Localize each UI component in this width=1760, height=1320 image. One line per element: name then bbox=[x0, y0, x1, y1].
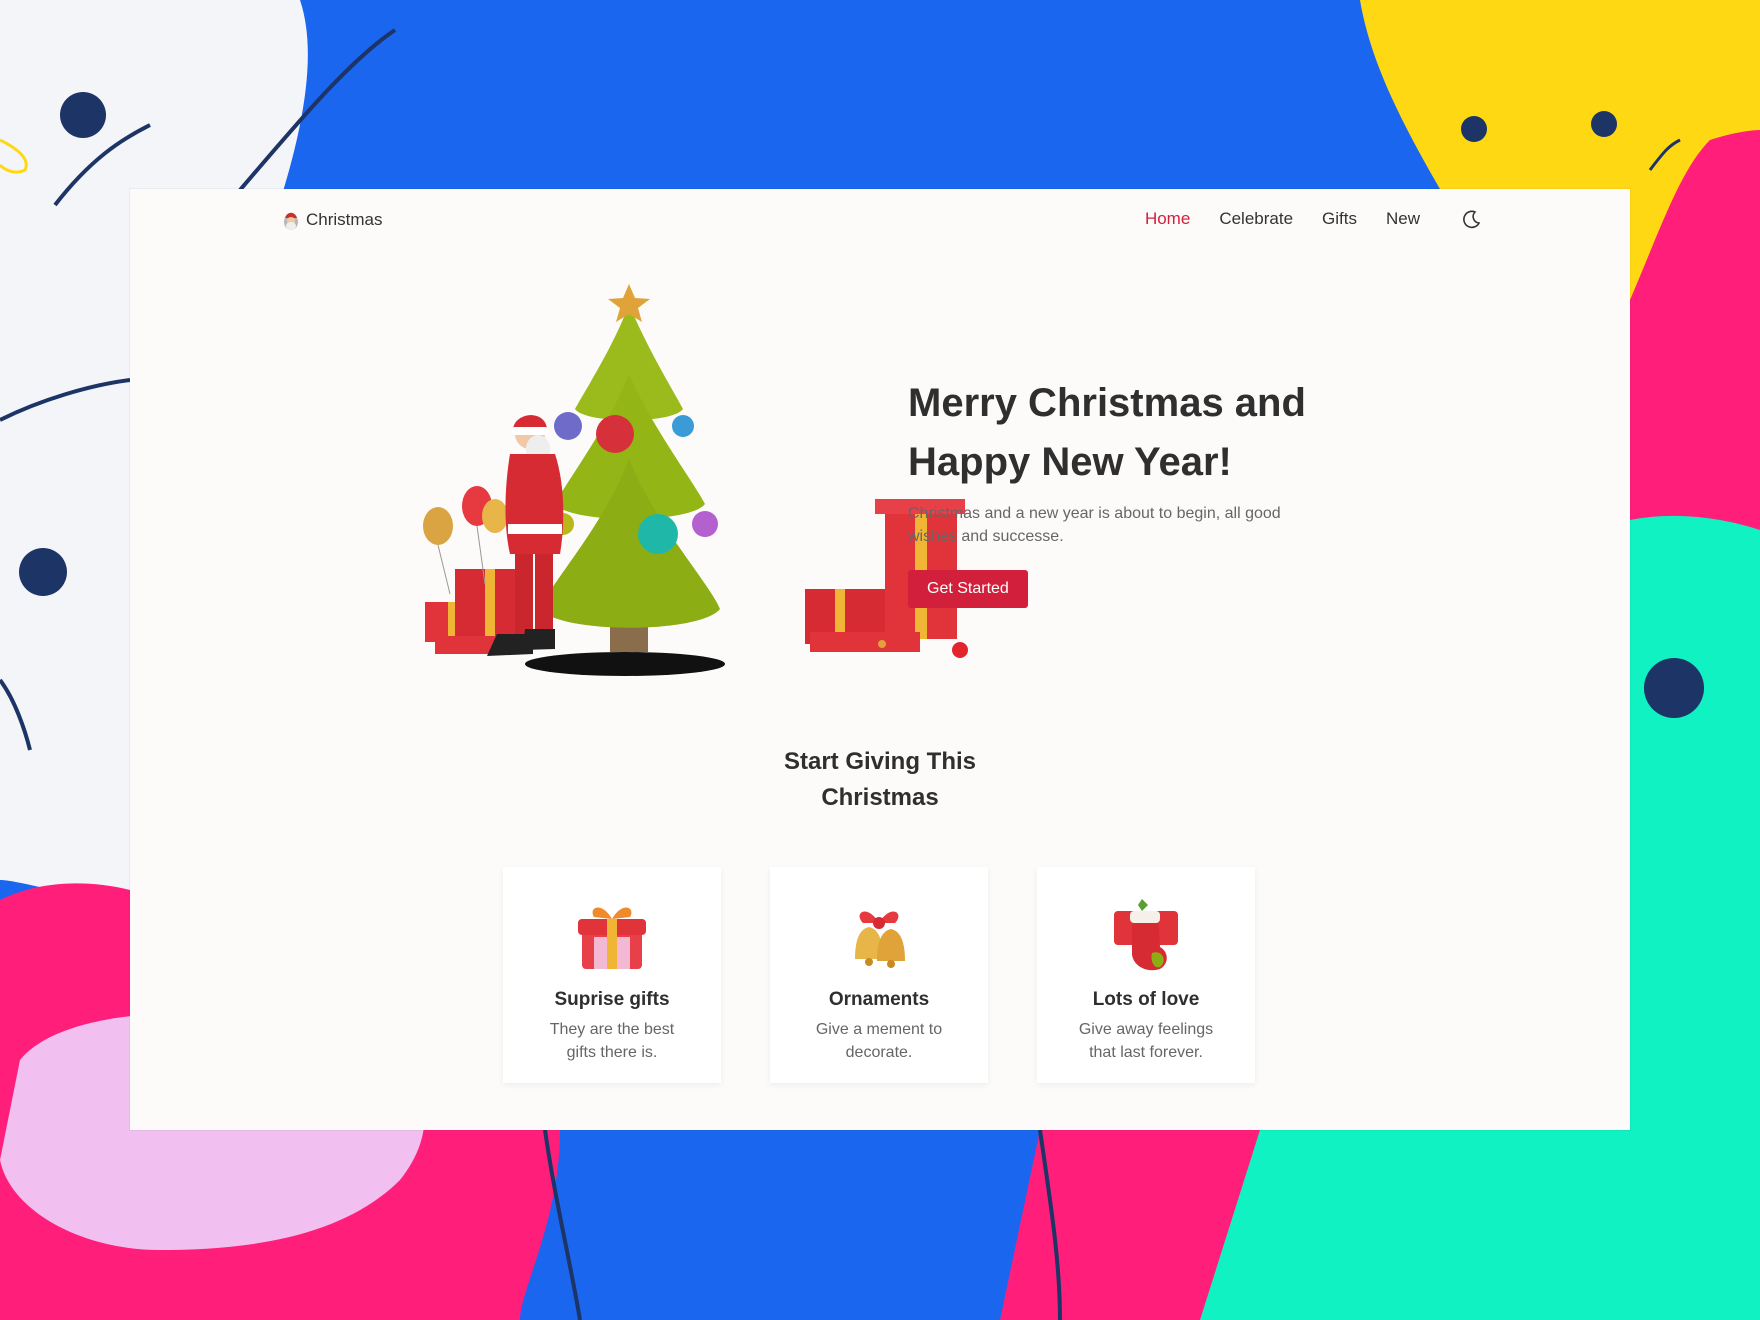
hero-text: Merry Christmas and Happy New Year! Chri… bbox=[908, 374, 1368, 608]
nav-menu: Home Celebrate Gifts New bbox=[1145, 209, 1420, 229]
card-ornaments[interactable]: Ornaments Give a mement to decorate. bbox=[770, 867, 988, 1083]
giving-title-line-2: Christmas bbox=[821, 784, 939, 811]
moon-icon[interactable] bbox=[1460, 207, 1484, 231]
card-description: Give away feelings that last forever. bbox=[1078, 1021, 1214, 1061]
site-window: Christmas Home Celebrate Gifts New Merry… bbox=[130, 189, 1630, 1130]
gift-icon bbox=[578, 907, 646, 969]
nav-gifts-link[interactable]: Gifts bbox=[1322, 209, 1357, 229]
top-nav: Christmas Home Celebrate Gifts New bbox=[130, 189, 1630, 253]
card-lots-of-love[interactable]: Lots of love Give away feelings that las… bbox=[1037, 867, 1255, 1083]
giving-title-line-1: Start Giving This bbox=[783, 748, 977, 775]
bells-icon bbox=[855, 911, 905, 968]
card-description: Give a mement to decorate. bbox=[815, 1021, 943, 1061]
brand-logo[interactable]: Christmas bbox=[282, 209, 383, 231]
nav-new-link[interactable]: New bbox=[1386, 209, 1420, 229]
santa-icon bbox=[284, 212, 298, 230]
hero-description: Christmas and a new year is about to beg… bbox=[908, 505, 1281, 545]
giving-cards: Suprise gifts They are the best gifts th… bbox=[503, 867, 1255, 1083]
nav-home-link[interactable]: Home bbox=[1145, 209, 1190, 229]
get-started-button[interactable]: Get Started bbox=[908, 570, 1028, 608]
card-title: Lots of love bbox=[1092, 989, 1200, 1010]
card-title: Ornaments bbox=[828, 989, 930, 1010]
hero-title-line-1: Merry Christmas and bbox=[908, 381, 1306, 425]
card-description: They are the best gifts there is. bbox=[549, 1021, 675, 1061]
brand-name: Christmas bbox=[306, 210, 383, 229]
giving-section-title: Start Giving This Christmas bbox=[750, 744, 1010, 816]
hero-title: Merry Christmas and Happy New Year! bbox=[908, 374, 1368, 492]
stocking-icon bbox=[1114, 899, 1178, 971]
card-suprise-gifts[interactable]: Suprise gifts They are the best gifts th… bbox=[503, 867, 721, 1083]
card-title: Suprise gifts bbox=[554, 989, 670, 1010]
nav-celebrate-link[interactable]: Celebrate bbox=[1219, 209, 1293, 229]
hero-title-line-2: Happy New Year! bbox=[908, 440, 1232, 484]
